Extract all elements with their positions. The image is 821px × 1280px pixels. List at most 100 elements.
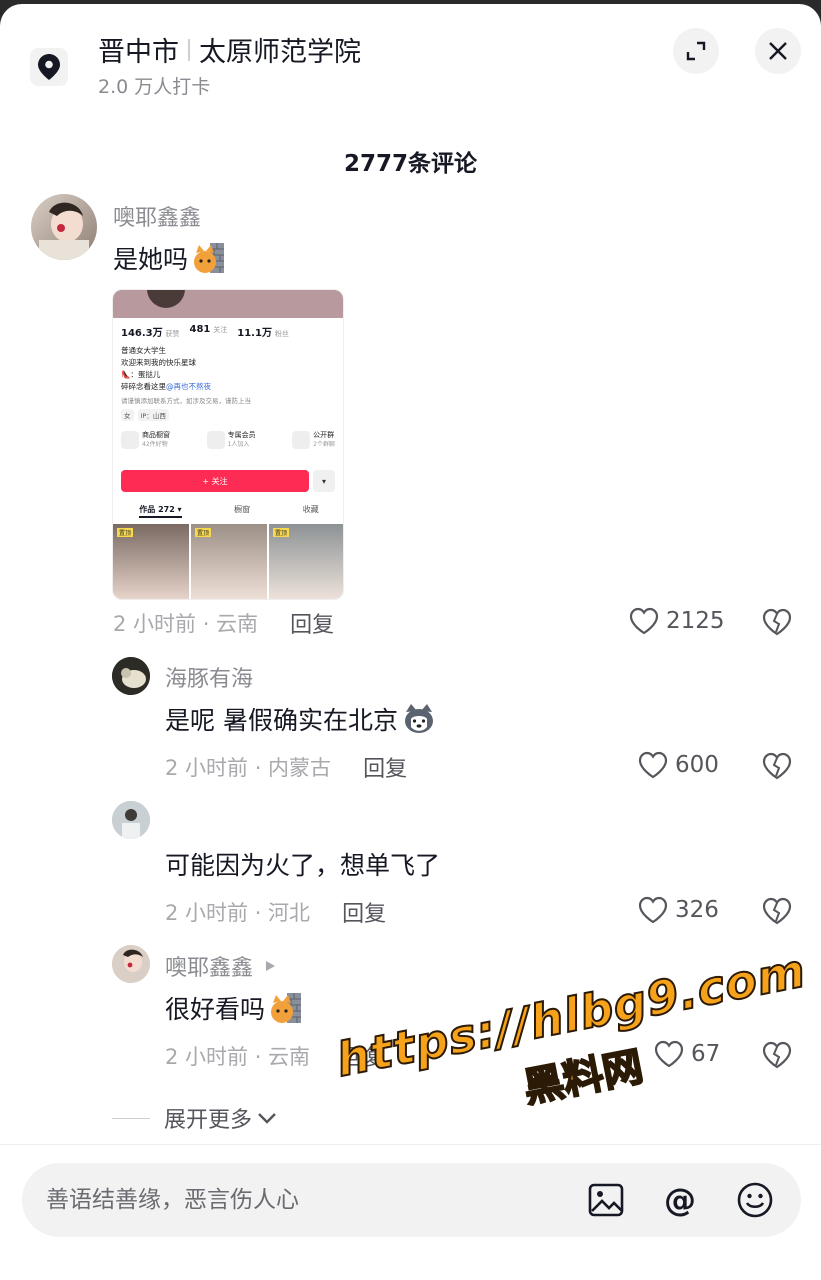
cat-wall-emoji-icon — [194, 243, 225, 273]
like-button[interactable]: 2125 — [628, 606, 725, 636]
stat-label: 关注 — [213, 326, 228, 334]
heart-icon — [638, 896, 668, 924]
close-button[interactable] — [755, 28, 801, 74]
cat-wall-emoji-icon — [271, 993, 302, 1023]
stat-num: 481 — [189, 324, 211, 335]
like-button[interactable]: 67 — [653, 1039, 720, 1069]
profile-bio: 普通女大学生 欢迎来到我的快乐星球 👠：蛋挞儿 碎碎念看这里@再也不熬夜 — [113, 339, 343, 393]
watermark-url: https://hlbg9.com — [331, 942, 811, 1088]
like-button[interactable]: 600 — [637, 750, 719, 780]
reply-button[interactable]: 回复 — [342, 896, 386, 928]
follow-button-in-image: + 关注 — [121, 470, 309, 492]
like-button[interactable]: 326 — [637, 895, 719, 925]
mention-button[interactable]: @ — [660, 1180, 700, 1220]
avatar[interactable] — [112, 945, 150, 983]
video-thumb: 置顶 — [269, 524, 343, 599]
comment-text: 是呢 暑假确实在北京 — [165, 701, 436, 737]
comment-meta: 2 小时前 · 云南 回复 — [113, 607, 334, 639]
comment-text-content: 是呢 暑假确实在北京 — [165, 706, 398, 735]
comment-time-location: 2 小时前 · 内蒙古 — [165, 756, 332, 780]
dislike-button[interactable] — [761, 1040, 793, 1074]
username-text: 噢耶鑫鑫 — [165, 956, 254, 981]
watermark: https://hlbg9.com 黑料网 — [331, 942, 821, 1148]
expand-more-button[interactable]: 展开更多 — [112, 1102, 278, 1134]
avatar[interactable] — [31, 194, 97, 260]
video-thumb: 置顶 — [113, 524, 189, 599]
broken-heart-icon — [762, 1041, 792, 1069]
watermark-name: 黑料网 — [519, 1043, 648, 1113]
comment-time-location: 2 小时前 · 河北 — [165, 901, 311, 925]
comment-input[interactable] — [46, 1163, 566, 1237]
heart-icon — [638, 751, 668, 779]
dislike-button[interactable] — [761, 896, 793, 930]
profile-banner — [113, 290, 343, 318]
dislike-button[interactable] — [761, 607, 793, 641]
comment-sheet: 晋中市 太原师范学院 2.0 万人打卡 2777条评论 噢耶鑫鑫 是她吗 146… — [0, 4, 821, 1280]
comment-input-container: @ — [22, 1163, 801, 1237]
feature-sub: 42件好物 — [142, 441, 168, 448]
place-name: 太原师范学院 — [199, 37, 361, 68]
dislike-button[interactable] — [761, 751, 793, 785]
image-button[interactable] — [586, 1180, 626, 1220]
comment-text: 可能因为火了，想单飞了 — [165, 846, 440, 882]
location-pin-icon — [30, 48, 68, 86]
city-name: 晋中市 — [98, 37, 179, 68]
tab-favorites: 收藏 — [302, 505, 319, 514]
comment-username[interactable]: 噢耶鑫鑫 — [113, 200, 201, 232]
chevron-down-icon — [258, 1113, 276, 1124]
avatar[interactable] — [112, 801, 150, 839]
emoji-button[interactable] — [735, 1180, 775, 1220]
stat-label: 获赞 — [165, 330, 180, 338]
comment-time-location: 2 小时前 · 云南 — [165, 1045, 311, 1069]
comment-text-content: 可能因为火了，想单飞了 — [165, 851, 441, 880]
comment-username[interactable]: 噢耶鑫鑫 — [165, 950, 277, 982]
member-icon — [206, 431, 225, 449]
reply-button[interactable]: 回复 — [363, 751, 407, 783]
comment-text-content: 是她吗 — [113, 245, 189, 274]
like-count: 600 — [675, 752, 719, 778]
ip-tag: IP：山西 — [137, 409, 169, 421]
video-grid: 置顶 置顶 置顶 — [113, 524, 343, 599]
heart-icon — [629, 607, 659, 635]
comment-count: 2777条评论 — [343, 151, 477, 177]
expand-button[interactable] — [673, 28, 719, 74]
heart-icon — [654, 1040, 684, 1068]
feature-sub: 1人加入 — [227, 441, 250, 448]
expand-icon — [686, 41, 706, 61]
bio-line: 碎碎念看这里 — [121, 382, 166, 391]
like-count: 326 — [675, 897, 719, 923]
expand-more-label: 展开更多 — [164, 1108, 253, 1133]
broken-heart-icon — [762, 608, 792, 636]
stat-num: 146.3万 — [121, 328, 163, 339]
bio-line: 👠：蛋挞儿 — [121, 370, 161, 379]
reply-button[interactable]: 回复 — [290, 607, 334, 639]
pinned-badge: 置顶 — [273, 528, 290, 537]
feature-sub: 2个群聊 — [313, 441, 335, 448]
pinned-badge: 置顶 — [117, 528, 134, 537]
feature-name: 公开群 — [313, 431, 335, 439]
dropdown-arrow-icon: ▾ — [313, 470, 335, 492]
title-divider — [188, 38, 190, 61]
profile-tags: 女 IP：山西 — [113, 407, 343, 423]
comment-image[interactable]: 146.3万 获赞 481 关注 11.1万 粉丝 普通女大学生 欢迎来到我的快… — [112, 289, 344, 600]
stat-num: 11.1万 — [237, 328, 272, 339]
husky-emoji-icon — [404, 704, 433, 733]
comment-username[interactable]: 海豚有海 — [165, 661, 253, 693]
tab-showcase: 橱窗 — [234, 505, 251, 514]
feature-name: 商品橱窗 — [142, 431, 170, 439]
profile-features: 商品橱窗 42件好物 专属会员 1人加入 公开群 2个群聊 — [113, 423, 343, 449]
broken-heart-icon — [762, 897, 792, 925]
bio-line: 普通女大学生 — [121, 346, 166, 355]
profile-stats: 146.3万 获赞 481 关注 11.1万 粉丝 — [113, 318, 343, 339]
comment-meta: 2 小时前 · 河北 回复 — [165, 896, 386, 928]
pinned-badge: 置顶 — [195, 528, 212, 537]
reply-arrow-icon — [266, 961, 276, 971]
comment-text-content: 很好看吗 — [165, 995, 266, 1024]
bio-link: @再也不熬夜 — [166, 382, 211, 391]
checkin-count: 2.0 万人打卡 — [98, 76, 211, 98]
avatar[interactable] — [112, 657, 150, 695]
profile-tabs: 作品 272 ▾ 橱窗 收藏 — [113, 504, 343, 518]
reply-button[interactable]: 回复 — [342, 1040, 386, 1072]
location-title[interactable]: 晋中市 太原师范学院 — [98, 30, 361, 69]
close-icon — [769, 42, 787, 60]
